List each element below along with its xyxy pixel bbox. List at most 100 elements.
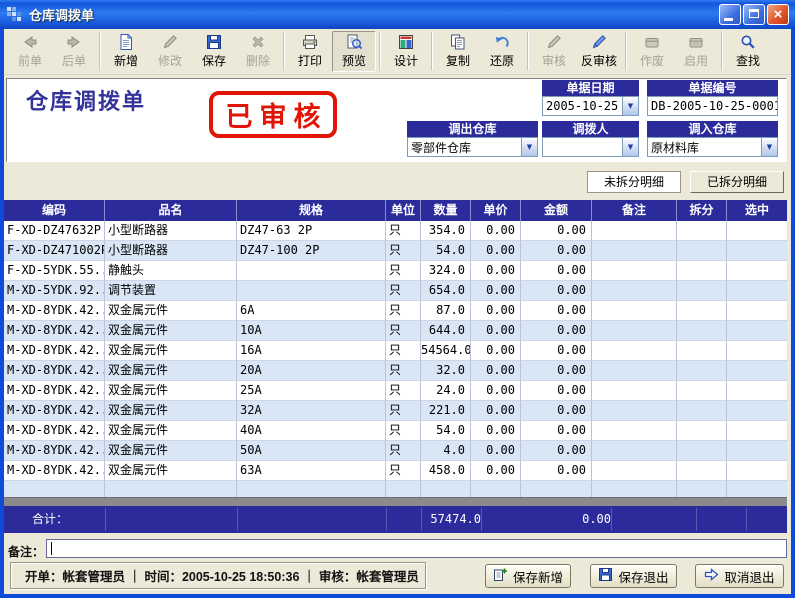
table-row[interactable]: M-XD-8YDK.42...双金属元件32A只221.00.000.00 xyxy=(4,401,787,421)
toolbar-button-label: 预览 xyxy=(342,53,366,69)
toolbar-button-label: 作废 xyxy=(640,53,664,69)
toolbar-separator xyxy=(721,32,723,70)
toolbar-button-save[interactable]: 保存 xyxy=(192,31,236,72)
table-cell xyxy=(727,241,787,261)
toolbar-button-next: 后单 xyxy=(52,31,96,72)
transfer-person-select[interactable]: ▼ xyxy=(542,137,639,157)
toolbar-button-find[interactable]: 查找 xyxy=(726,31,770,72)
out-warehouse-select[interactable]: 零部件仓库 ▼ xyxy=(407,137,538,157)
toolbar-button-unaudit[interactable]: 反审核 xyxy=(576,31,622,72)
table-cell: 双金属元件 xyxy=(105,361,237,381)
table-cell xyxy=(592,361,677,381)
table-cell: 0.00 xyxy=(471,321,521,341)
table-row[interactable]: M-XD-8YDK.42...双金属元件40A只54.00.000.00 xyxy=(4,421,787,441)
table-cell: 0.00 xyxy=(471,401,521,421)
table-cell: F-XD-DZ471002P xyxy=(4,241,105,261)
toolbar-button-restore[interactable]: 还原 xyxy=(480,31,524,72)
table-cell: 只 xyxy=(386,421,421,441)
table-cell: 10A xyxy=(237,321,386,341)
table-cell: 54.0 xyxy=(421,241,471,261)
table-cell: 小型断路器 xyxy=(105,221,237,241)
copy-icon xyxy=(449,33,467,54)
table-cell: DZ47-63 2P xyxy=(237,221,386,241)
table-cell xyxy=(592,261,677,281)
table-cell: 双金属元件 xyxy=(105,321,237,341)
tab-unsplit-detail[interactable]: 未拆分明细 xyxy=(587,171,681,193)
grid-footer-separator xyxy=(4,497,787,506)
table-row[interactable]: F-XD-DZ471002P小型断路器DZ47-100 2P只54.00.000… xyxy=(4,241,787,261)
table-cell: 双金属元件 xyxy=(105,401,237,421)
toolbar-button-copy[interactable]: 复制 xyxy=(436,31,480,72)
table-cell xyxy=(677,281,727,301)
table-cell: 只 xyxy=(386,441,421,461)
save-exit-icon xyxy=(598,571,613,585)
chevron-down-icon[interactable]: ▼ xyxy=(622,97,638,115)
table-cell xyxy=(237,481,386,497)
table-cell: M-XD-8YDK.42... xyxy=(4,361,105,381)
table-row[interactable]: F-XD-DZ47632P小型断路器DZ47-63 2P只354.00.000.… xyxy=(4,221,787,241)
doc-no-field[interactable]: DB-2005-10-25-0001 xyxy=(647,96,778,116)
approved-stamp: 已审核 xyxy=(209,91,337,138)
date-select[interactable]: 2005-10-25 ▼ xyxy=(542,96,639,116)
table-row[interactable]: M-XD-8YDK.42...双金属元件10A只644.00.000.00 xyxy=(4,321,787,341)
table-cell xyxy=(677,261,727,281)
toolbar-button-new[interactable]: 新增 xyxy=(104,31,148,72)
toolbar-button-label: 删除 xyxy=(246,53,270,69)
detail-grid: 编码品名规格单位数量单价金额备注拆分选中 F-XD-DZ47632P小型断路器D… xyxy=(4,200,787,533)
table-row[interactable]: M-XD-8YDK.42...双金属元件20A只32.00.000.00 xyxy=(4,361,787,381)
table-row[interactable]: M-XD-8YDK.42...双金属元件63A只458.00.000.00 xyxy=(4,461,787,481)
table-row[interactable]: M-XD-5YDK.92...调节装置只654.00.000.00 xyxy=(4,281,787,301)
table-cell xyxy=(592,301,677,321)
window-border-right xyxy=(791,29,795,598)
toolbar-button-label: 启用 xyxy=(684,53,708,69)
table-cell xyxy=(592,281,677,301)
minimize-button[interactable] xyxy=(719,4,741,25)
table-cell: M-XD-8YDK.42... xyxy=(4,321,105,341)
table-cell: M-XD-8YDK.42... xyxy=(4,461,105,481)
in-warehouse-select[interactable]: 原材料库 ▼ xyxy=(647,137,778,157)
close-button[interactable] xyxy=(767,4,789,25)
table-row[interactable]: F-XD-5YDK.55...静触头只324.00.000.00 xyxy=(4,261,787,281)
save-exit-button[interactable]: 保存退出 xyxy=(590,564,677,588)
table-cell xyxy=(677,321,727,341)
toolbar-button-preview[interactable]: 预览 xyxy=(332,31,376,72)
table-cell: 只 xyxy=(386,381,421,401)
toolbar-button-print[interactable]: 打印 xyxy=(288,31,332,72)
toolbar-button-label: 后单 xyxy=(62,53,86,69)
chevron-down-icon[interactable]: ▼ xyxy=(521,138,537,156)
arrow-left-icon xyxy=(21,33,39,54)
chevron-down-icon[interactable]: ▼ xyxy=(761,138,777,156)
table-cell xyxy=(677,381,727,401)
table-row[interactable]: M-XD-8YDK.42...双金属元件16A只54564.00.000.00 xyxy=(4,341,787,361)
table-row[interactable]: M-XD-8YDK.42...双金属元件6A只87.00.000.00 xyxy=(4,301,787,321)
cancel-exit-button[interactable]: 取消退出 xyxy=(695,564,784,588)
window-border-left xyxy=(0,29,4,598)
cancel-exit-icon xyxy=(704,571,719,585)
table-cell: 0.00 xyxy=(521,321,592,341)
table-cell xyxy=(727,441,787,461)
table-cell xyxy=(592,441,677,461)
tab-split-detail[interactable]: 已拆分明细 xyxy=(690,171,784,193)
toolbar-button-prev: 前单 xyxy=(8,31,52,72)
remark-input[interactable] xyxy=(46,539,787,558)
toolbar-button-enable: 启用 xyxy=(674,31,718,72)
toolbar-button-design[interactable]: 设计 xyxy=(384,31,428,72)
total-label: 合计： xyxy=(32,506,68,533)
table-row[interactable]: M-XD-8YDK.42...双金属元件50A只4.00.000.00 xyxy=(4,441,787,461)
toolbar-button-label: 前单 xyxy=(18,53,42,69)
table-row[interactable]: M-XD-8YDK.42...双金属元件25A只24.00.000.00 xyxy=(4,381,787,401)
table-cell xyxy=(677,221,727,241)
table-cell: 0.00 xyxy=(471,441,521,461)
chevron-down-icon[interactable]: ▼ xyxy=(622,138,638,156)
table-cell xyxy=(592,341,677,361)
table-cell: 644.0 xyxy=(421,321,471,341)
maximize-button[interactable] xyxy=(743,4,765,25)
table-cell: 调节装置 xyxy=(105,281,237,301)
table-cell: 20A xyxy=(237,361,386,381)
void-icon xyxy=(643,33,661,54)
save-new-button[interactable]: 保存新增 xyxy=(485,564,571,588)
table-cell: M-XD-5YDK.92... xyxy=(4,281,105,301)
table-cell: 0.00 xyxy=(521,421,592,441)
minimize-icon xyxy=(724,18,733,21)
table-cell xyxy=(677,481,727,497)
